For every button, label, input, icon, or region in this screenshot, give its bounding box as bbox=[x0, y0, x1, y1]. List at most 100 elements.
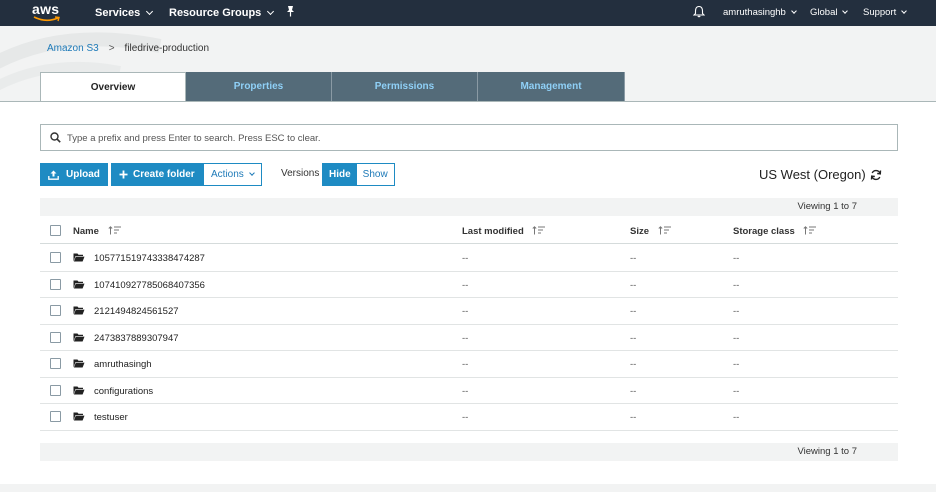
cell-last-modified: -- bbox=[462, 385, 469, 397]
breadcrumb-amazon-s3[interactable]: Amazon S3 bbox=[47, 43, 99, 54]
upload-button[interactable]: Upload bbox=[40, 163, 108, 186]
search-icon bbox=[50, 132, 61, 143]
breadcrumb-separator: > bbox=[108, 43, 115, 54]
versions-hide-button[interactable]: Hide bbox=[323, 164, 357, 185]
user-menu[interactable]: amruthasinghb bbox=[723, 0, 797, 26]
folder-icon bbox=[73, 359, 85, 368]
column-header-name[interactable]: Name bbox=[73, 226, 122, 237]
column-header-size[interactable]: Size bbox=[630, 226, 672, 237]
versions-label: Versions bbox=[281, 168, 320, 179]
tab-management[interactable]: Management bbox=[478, 72, 625, 101]
tab-overview[interactable]: Overview bbox=[40, 72, 186, 102]
actions-dropdown[interactable]: Actions bbox=[203, 163, 262, 186]
tab-properties[interactable]: Properties bbox=[186, 72, 332, 101]
row-checkbox[interactable] bbox=[50, 331, 61, 343]
cell-storage-class: -- bbox=[733, 279, 740, 291]
pin-button[interactable] bbox=[285, 0, 296, 26]
notifications-button[interactable] bbox=[692, 0, 706, 26]
cell-size: -- bbox=[630, 359, 637, 370]
cell-size: -- bbox=[630, 385, 637, 397]
support-menu-label: Support bbox=[863, 7, 897, 18]
column-header-name-label: Name bbox=[73, 226, 99, 237]
table-row[interactable]: configurations -- -- -- bbox=[40, 378, 898, 404]
table-row[interactable]: amruthasingh -- -- -- bbox=[40, 351, 898, 378]
folder-icon bbox=[73, 253, 85, 262]
cell-size: -- bbox=[630, 279, 637, 291]
folder-icon bbox=[73, 280, 85, 288]
table-row[interactable]: 2473837889307947 -- -- -- bbox=[40, 325, 898, 351]
folder-name[interactable]: testuser bbox=[94, 412, 128, 423]
viewing-count-top: Viewing 1 to 7 bbox=[40, 198, 898, 216]
folder-icon bbox=[73, 386, 85, 394]
create-folder-button-label: Create folder bbox=[133, 169, 195, 180]
support-menu[interactable]: Support bbox=[863, 0, 908, 26]
cell-size: -- bbox=[630, 253, 637, 264]
sort-icon bbox=[532, 226, 546, 235]
services-menu-label: Services bbox=[95, 7, 141, 19]
actions-dropdown-label: Actions bbox=[211, 169, 244, 180]
cell-storage-class: -- bbox=[733, 412, 740, 423]
table-row[interactable]: testuser -- -- -- bbox=[40, 404, 898, 431]
folder-name[interactable]: 105771519743338474287 bbox=[94, 253, 205, 264]
table-header: Name Last modified Size Storage class bbox=[40, 218, 898, 244]
page-footer bbox=[0, 484, 936, 492]
plus-icon bbox=[119, 170, 128, 179]
row-checkbox[interactable] bbox=[50, 411, 61, 422]
cell-last-modified: -- bbox=[462, 253, 469, 264]
sort-icon bbox=[107, 226, 121, 235]
column-header-storage-class-label: Storage class bbox=[733, 226, 795, 237]
versions-toggle: Hide Show bbox=[322, 163, 395, 186]
bucket-tabs: Overview Properties Permissions Manageme… bbox=[40, 72, 625, 102]
cell-storage-class: -- bbox=[733, 253, 740, 264]
user-menu-label: amruthasinghb bbox=[723, 7, 786, 18]
row-checkbox[interactable] bbox=[50, 305, 61, 316]
folder-name[interactable]: amruthasingh bbox=[94, 359, 152, 370]
cell-storage-class: -- bbox=[733, 306, 740, 317]
folder-name[interactable]: 107410927785068407356 bbox=[94, 280, 205, 291]
chevron-down-icon bbox=[791, 8, 797, 14]
folder-name[interactable]: configurations bbox=[94, 386, 153, 397]
region-menu[interactable]: Global bbox=[810, 0, 849, 26]
chevron-down-icon bbox=[248, 170, 255, 176]
resource-groups-menu[interactable]: Resource Groups bbox=[169, 0, 275, 26]
cell-size: -- bbox=[630, 412, 637, 423]
region-menu-label: Global bbox=[810, 7, 838, 18]
row-checkbox[interactable] bbox=[50, 384, 61, 396]
table-row[interactable]: 107410927785068407356 -- -- -- bbox=[40, 272, 898, 298]
table-row[interactable]: 105771519743338474287 -- -- -- bbox=[40, 245, 898, 272]
select-all-checkbox[interactable] bbox=[50, 225, 61, 236]
row-checkbox[interactable] bbox=[50, 252, 61, 263]
cell-last-modified: -- bbox=[462, 306, 469, 317]
tab-permissions[interactable]: Permissions bbox=[332, 72, 478, 101]
column-header-last-modified[interactable]: Last modified bbox=[462, 226, 546, 237]
folder-name[interactable]: 2473837889307947 bbox=[94, 333, 179, 344]
create-folder-button[interactable]: Create folder bbox=[111, 163, 203, 186]
row-checkbox[interactable] bbox=[50, 278, 61, 290]
aws-smile-icon bbox=[33, 16, 60, 22]
chevron-down-icon bbox=[267, 7, 275, 16]
versions-show-button[interactable]: Show bbox=[356, 164, 394, 185]
column-header-size-label: Size bbox=[630, 226, 650, 237]
cell-size: -- bbox=[630, 306, 637, 317]
column-header-last-modified-label: Last modified bbox=[462, 226, 524, 237]
table-row[interactable]: 2121494824561527 -- -- -- bbox=[40, 298, 898, 325]
chevron-down-icon bbox=[146, 7, 154, 16]
cell-last-modified: -- bbox=[462, 279, 469, 291]
viewing-count-text: Viewing 1 to 7 bbox=[797, 201, 857, 212]
viewing-count-text: Viewing 1 to 7 bbox=[797, 446, 857, 457]
aws-logo-text: aws bbox=[32, 1, 60, 17]
aws-logo[interactable]: aws bbox=[32, 1, 62, 23]
sort-icon bbox=[658, 226, 671, 235]
services-menu[interactable]: Services bbox=[95, 0, 154, 26]
column-header-storage-class[interactable]: Storage class bbox=[733, 226, 817, 237]
row-checkbox[interactable] bbox=[50, 358, 61, 369]
refresh-button[interactable] bbox=[870, 169, 882, 184]
sort-icon bbox=[803, 226, 817, 235]
breadcrumb: Amazon S3 > filedrive-production bbox=[47, 43, 209, 54]
viewing-count-bottom: Viewing 1 to 7 bbox=[40, 443, 898, 461]
search-input[interactable] bbox=[67, 129, 887, 147]
search-box bbox=[40, 124, 898, 151]
refresh-icon bbox=[870, 169, 882, 181]
breadcrumb-current-bucket: filedrive-production bbox=[124, 43, 210, 54]
folder-name[interactable]: 2121494824561527 bbox=[94, 306, 179, 317]
